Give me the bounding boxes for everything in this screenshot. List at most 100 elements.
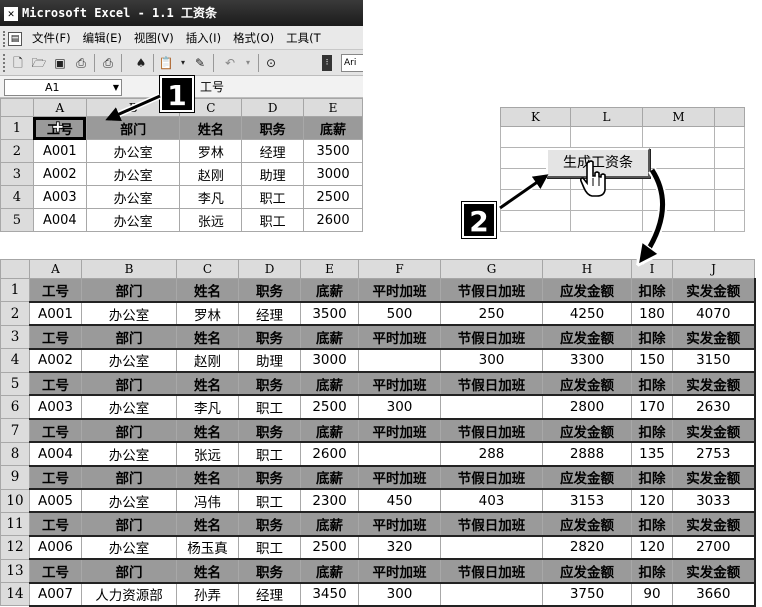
cell[interactable]: 90 [631, 582, 673, 607]
cell[interactable]: 办公室 [85, 185, 181, 209]
cell[interactable]: 经理 [241, 139, 305, 163]
header-cell[interactable]: 节假日加班 [440, 418, 543, 444]
name-box[interactable]: A1 ▼ [4, 79, 122, 96]
header-cell[interactable]: 底薪 [300, 511, 359, 537]
cell[interactable]: A005 [29, 488, 82, 514]
header-cell[interactable]: 扣除 [631, 324, 673, 350]
chevron-down-icon[interactable]: ▼ [113, 80, 119, 95]
menu-insert[interactable]: 插入(I) [180, 26, 227, 50]
cell[interactable] [642, 210, 715, 232]
cell[interactable]: 2700 [672, 535, 756, 561]
row-header[interactable]: 8 [0, 441, 30, 467]
cell[interactable]: 3500 [300, 301, 359, 327]
cell[interactable]: A007 [29, 582, 82, 607]
save-icon[interactable]: ▣ [52, 55, 68, 71]
header-cell[interactable]: 工号 [29, 277, 82, 303]
header-cell[interactable]: 姓名 [176, 418, 239, 444]
row-header[interactable]: 13 [0, 558, 30, 584]
header-cell[interactable]: 实发金额 [672, 511, 756, 537]
open-icon[interactable]: 🗁 [31, 55, 47, 71]
cell[interactable]: 李凡 [176, 394, 239, 420]
header-cell[interactable]: 平时加班 [358, 277, 441, 303]
undo-icon[interactable]: ↶ [222, 55, 238, 71]
header-cell[interactable]: 平时加班 [358, 511, 441, 537]
cell[interactable]: 经理 [238, 582, 301, 607]
header-cell[interactable]: 实发金额 [672, 277, 756, 303]
header-cell[interactable]: 部门 [81, 277, 177, 303]
cell[interactable]: 403 [440, 488, 543, 514]
cell[interactable]: 4250 [542, 301, 632, 327]
cell[interactable]: 职工 [238, 535, 301, 561]
cell[interactable]: 职工 [238, 394, 301, 420]
header-cell[interactable]: 职务 [238, 371, 301, 397]
header-cell[interactable]: 底薪 [300, 418, 359, 444]
cell[interactable]: 180 [631, 301, 673, 327]
cell[interactable] [440, 394, 543, 420]
header-cell[interactable]: 部门 [81, 558, 177, 584]
format-painter-icon[interactable]: ✎ [192, 55, 208, 71]
row-header[interactable]: 6 [0, 394, 30, 420]
cell[interactable]: 300 [440, 348, 543, 374]
header-cell[interactable]: 部门 [85, 116, 181, 140]
cell[interactable]: 3000 [303, 162, 363, 186]
header-cell[interactable]: 节假日加班 [440, 558, 543, 584]
row-header[interactable]: 4 [0, 185, 34, 209]
header-cell[interactable]: 姓名 [179, 116, 243, 140]
column-header[interactable] [714, 107, 745, 127]
header-cell[interactable]: 职务 [238, 558, 301, 584]
header-cell[interactable]: 姓名 [176, 511, 239, 537]
cell[interactable]: 办公室 [81, 441, 177, 467]
header-cell[interactable]: 底薪 [300, 558, 359, 584]
header-cell[interactable]: 扣除 [631, 465, 673, 491]
cell[interactable] [500, 126, 571, 148]
print-icon[interactable]: ⎙ [100, 55, 116, 71]
cell[interactable]: 170 [631, 394, 673, 420]
cell[interactable]: 3660 [672, 582, 756, 607]
cell[interactable] [642, 189, 715, 211]
cell[interactable] [714, 147, 745, 169]
header-cell[interactable]: 扣除 [631, 371, 673, 397]
header-cell[interactable]: 实发金额 [672, 371, 756, 397]
header-cell[interactable]: 应发金额 [542, 324, 632, 350]
cell[interactable]: 职工 [241, 185, 305, 209]
header-cell[interactable]: 姓名 [176, 558, 239, 584]
cell[interactable]: 2500 [303, 185, 363, 209]
header-cell[interactable]: 工号 [29, 465, 82, 491]
cell[interactable]: A001 [29, 301, 82, 327]
cell[interactable]: 职工 [238, 488, 301, 514]
toolbar-options-icon[interactable]: ⁝ [322, 55, 332, 71]
header-cell[interactable]: 职务 [238, 465, 301, 491]
header-cell[interactable]: 平时加班 [358, 371, 441, 397]
cell[interactable]: 赵刚 [176, 348, 239, 374]
cell[interactable]: A003 [29, 394, 82, 420]
header-cell[interactable]: 职务 [238, 277, 301, 303]
cell[interactable]: 办公室 [85, 162, 181, 186]
cell[interactable] [358, 441, 441, 467]
row-header[interactable]: 10 [0, 488, 30, 513]
header-cell[interactable]: 实发金额 [672, 324, 756, 350]
header-cell[interactable]: 部门 [81, 465, 177, 491]
header-cell[interactable]: 应发金额 [542, 418, 632, 444]
cell[interactable]: 张远 [176, 441, 239, 467]
header-cell[interactable]: 节假日加班 [440, 277, 543, 303]
cell[interactable]: 120 [631, 488, 673, 514]
toolbar-grip[interactable] [3, 54, 5, 72]
header-cell[interactable]: 工号 [29, 558, 82, 584]
cell[interactable] [642, 147, 715, 169]
workbook-icon[interactable]: ▤ [8, 31, 22, 46]
select-all-corner[interactable] [0, 259, 30, 279]
cell[interactable]: A003 [32, 185, 87, 209]
cell[interactable]: 赵刚 [179, 162, 243, 186]
row-header[interactable]: 11 [0, 511, 30, 537]
cell[interactable] [714, 168, 745, 190]
header-cell[interactable]: 平时加班 [358, 324, 441, 350]
cell[interactable]: 助理 [241, 162, 305, 186]
column-header[interactable]: M [642, 107, 715, 127]
cell[interactable]: 2753 [672, 441, 756, 467]
header-cell[interactable]: 实发金额 [672, 558, 756, 584]
header-cell[interactable]: 职务 [238, 324, 301, 350]
row-header[interactable]: 1 [0, 116, 34, 140]
paste-dropdown-icon[interactable]: ▾ [175, 55, 191, 71]
column-header[interactable]: C [176, 259, 239, 279]
cell[interactable] [570, 210, 643, 232]
